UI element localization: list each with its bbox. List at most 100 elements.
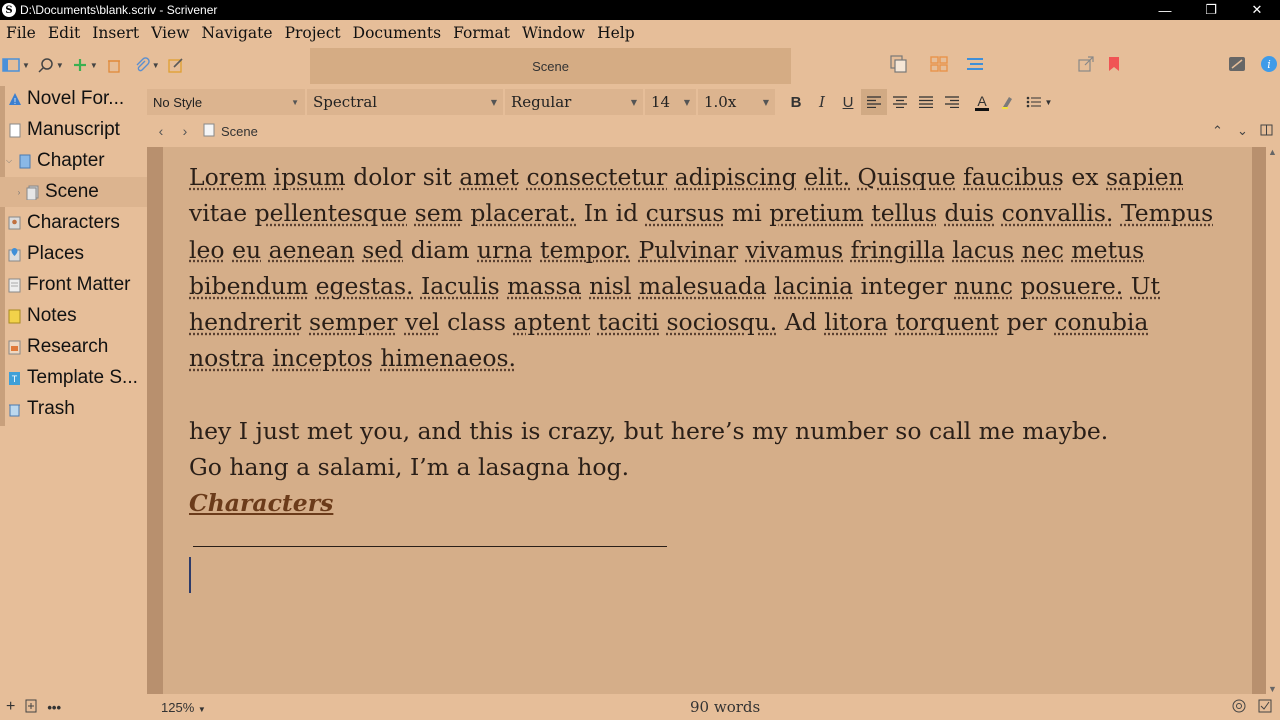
inspector-icon[interactable] [1228,54,1246,74]
align-left-button[interactable] [861,89,887,115]
comments-icon[interactable] [1258,699,1272,716]
binder-item-places[interactable]: Places [0,239,147,269]
menu-view[interactable]: View [145,24,195,42]
chevron-down-icon: ▼ [683,97,690,107]
search-icon[interactable] [38,55,54,75]
binder-footer: + ••• [0,698,147,716]
underline-button[interactable]: U [835,89,861,115]
style-value: No Style [153,94,203,110]
list-style-button[interactable]: ▼ [1021,89,1057,115]
attachment-icon[interactable] [134,55,150,75]
align-right-button[interactable] [939,89,965,115]
menu-documents[interactable]: Documents [347,24,447,42]
chevron-up-icon[interactable]: ⌃ [1212,123,1223,139]
binder-item-front-matter[interactable]: Front Matter [0,270,147,300]
corkboard-icon[interactable] [930,54,948,74]
back-arrow-icon[interactable]: ‹ [149,123,173,139]
menu-project[interactable]: Project [279,24,347,42]
align-center-button[interactable] [887,89,913,115]
chevron-down-icon[interactable]: ▼ [152,61,160,70]
menu-insert[interactable]: Insert [86,24,145,42]
menu-help[interactable]: Help [591,24,641,42]
binder-item-notes[interactable]: Notes [0,301,147,331]
zoom-select[interactable]: 125% ▼ [161,700,221,715]
binder-item-label: Scene [45,181,99,202]
chevron-down-icon[interactable]: ⌵ [4,156,14,166]
minimize-button[interactable]: — [1142,0,1188,20]
font-family-select[interactable]: Spectral ▼ [307,89,503,115]
characters-link[interactable]: Characters [189,485,1226,521]
chevron-down-icon: ▼ [630,97,637,107]
menu-navigate[interactable]: Navigate [195,24,278,42]
binder-item-manuscript[interactable]: Manuscript [0,115,147,145]
highlighter-icon [1002,97,1012,109]
flagged-word: hendrerit [189,308,302,337]
scroll-down-icon[interactable]: ▼ [1268,684,1277,694]
copy-icon[interactable] [890,54,908,74]
flagged-word: sociosqu. [666,308,778,337]
menu-format[interactable]: Format [447,24,516,42]
chevron-right-icon[interactable]: › [14,188,24,197]
binder-item-template-sheets[interactable]: T Template S... [0,363,147,393]
more-options-icon[interactable]: ••• [47,700,61,715]
flagged-word: pellentesque [254,199,408,228]
scrivener-logo-icon: S [2,3,16,17]
flagged-word: torquent [895,308,1000,337]
editor-scrollbar[interactable]: ▲ ▼ [1266,147,1280,694]
add-icon[interactable] [72,55,88,75]
font-weight-select[interactable]: Regular ▼ [505,89,643,115]
highlight-button[interactable] [995,89,1021,115]
text-color-button[interactable]: A [969,89,995,115]
menu-window[interactable]: Window [516,24,591,42]
new-folder-icon[interactable] [25,699,37,716]
flagged-word: eu [232,235,262,264]
menu-edit[interactable]: Edit [42,24,86,42]
chevron-down-icon[interactable]: ▼ [90,61,98,70]
binder-toggle-icon[interactable] [2,55,20,75]
scroll-up-icon[interactable]: ▲ [1268,147,1277,157]
close-button[interactable]: ✕ [1234,0,1280,20]
flagged-word: Pulvinar [638,235,739,264]
binder-item-chapter[interactable]: ⌵ Chapter [0,146,147,176]
trash-icon[interactable] [106,55,122,75]
align-justify-button[interactable] [913,89,939,115]
font-size-select[interactable]: 14 ▼ [645,89,696,115]
menu-file[interactable]: File [0,24,42,42]
forward-arrow-icon[interactable]: › [173,123,197,139]
flagged-word: vel [404,308,440,337]
font-weight-value: Regular [511,93,572,111]
bold-button[interactable]: B [783,89,809,115]
flagged-word: Ut [1130,271,1160,300]
compose-icon[interactable] [168,55,184,75]
word: mi [731,199,762,228]
chevron-down-icon[interactable]: ▼ [22,61,30,70]
flagged-word: aenean [268,235,355,264]
binder-item-trash[interactable]: Trash [0,394,147,424]
restore-button[interactable]: ❐ [1188,0,1234,20]
target-icon[interactable] [1232,699,1246,716]
binder-item-label: Novel For... [27,88,125,109]
chevron-down-icon[interactable]: ⌄ [1237,123,1248,139]
line-spacing-select[interactable]: 1.0x ▼ [698,89,775,115]
binder-item-research[interactable]: Research [0,332,147,362]
outline-icon[interactable] [966,54,984,74]
info-icon[interactable]: i [1260,54,1278,74]
menu-bar: File Edit Insert View Navigate Project D… [0,20,1280,46]
text-editor[interactable]: Lorem ipsum dolor sit amet consectetur a… [163,147,1252,694]
word: diam [410,235,470,264]
bookmark-icon[interactable] [1108,54,1120,74]
italic-button[interactable]: I [809,89,835,115]
style-select[interactable]: No Style ▼ [147,89,305,115]
share-icon[interactable] [1078,54,1094,74]
binder-item-scene[interactable]: › Scene [0,177,147,207]
binder-item-label: Chapter [37,150,105,171]
binder-item-novel-format[interactable]: ! Novel For... [0,84,147,114]
binder-item-characters[interactable]: Characters [0,208,147,238]
chevron-down-icon[interactable]: ▼ [56,61,64,70]
research-icon [8,340,21,355]
add-icon[interactable]: + [6,698,15,716]
split-view-icon[interactable] [1260,124,1273,139]
flagged-word: Iaculis [420,271,500,300]
flagged-word: massa [507,271,582,300]
